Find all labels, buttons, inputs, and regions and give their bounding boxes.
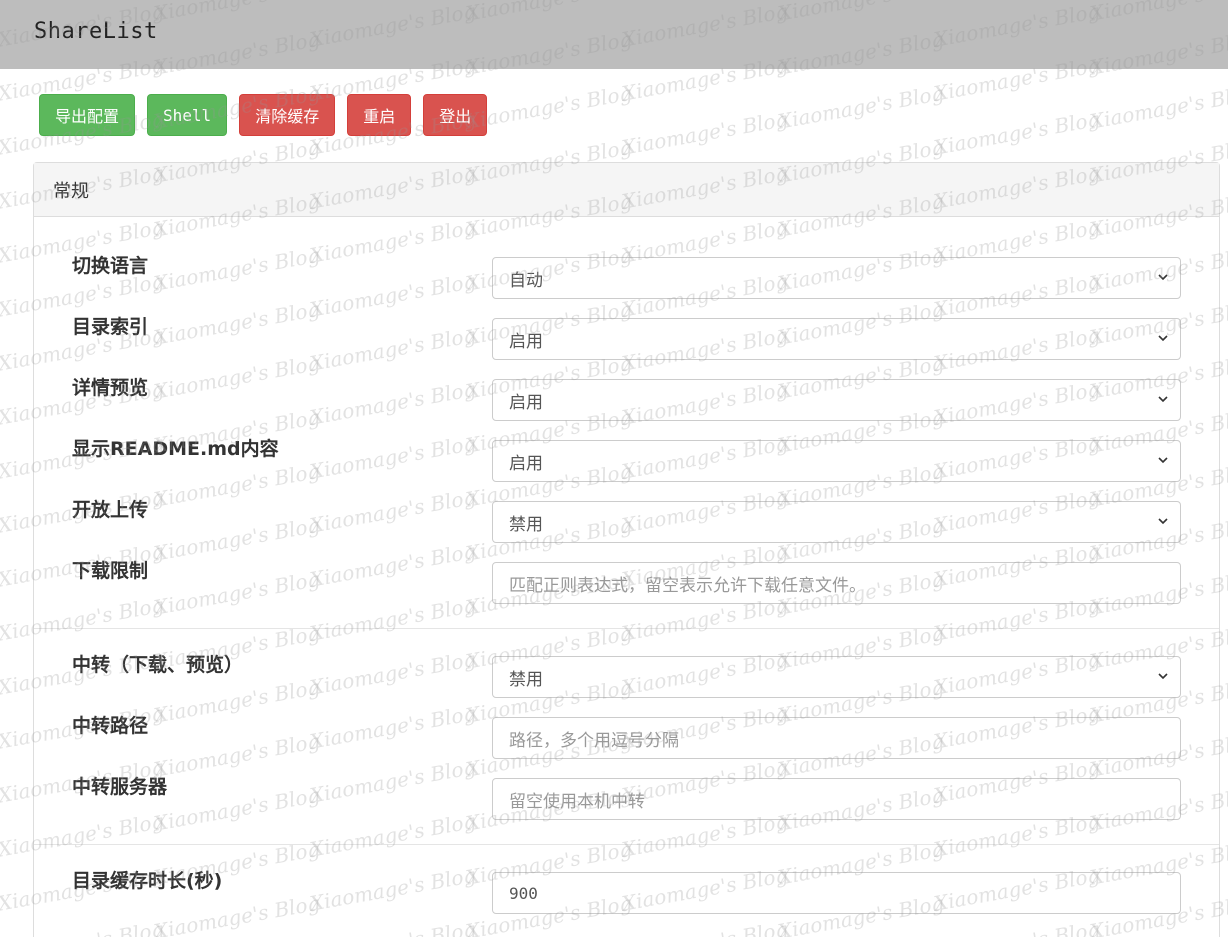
watermark-text: Xiaomage's Blog [620,106,790,160]
dir-cache-ttl-label: 目录缓存时长(秒) [72,870,223,892]
watermark-text: Xiaomage's Blog [464,80,634,134]
panel-title: 常规 [34,163,1219,217]
proxy-select[interactable]: 禁用 [492,656,1181,698]
show-readme-value: 启用 [509,453,543,474]
proxy-value: 禁用 [509,669,543,690]
detail-preview-value: 启用 [509,392,543,413]
open-upload-select[interactable]: 禁用 [492,501,1181,543]
show-readme-label: 显示README.md内容 [72,438,279,460]
proxy-server-row: 中转服务器 留空使用本机中转 [72,776,1181,820]
general-settings-panel: 常规 切换语言 自动 目录索引 启用 详情预览 启用 显示README.md内容… [33,162,1220,937]
watermark-text: Xiaomage's Blog [1088,80,1228,134]
watermark-text: Xiaomage's Blog [932,106,1102,160]
dir-index-select[interactable]: 启用 [492,318,1181,360]
restart-button[interactable]: 重启 [347,94,412,136]
download-limit-row: 下载限制 匹配正则表达式，留空表示允许下载任意文件。 [72,560,1181,604]
proxy-server-input[interactable]: 留空使用本机中转 [492,778,1181,820]
dir-index-label: 目录索引 [72,316,149,338]
chevron-down-icon [1158,396,1168,403]
download-limit-input[interactable]: 匹配正则表达式，留空表示允许下载任意文件。 [492,562,1181,604]
detail-preview-row: 详情预览 启用 [72,377,1181,421]
detail-preview-select[interactable]: 启用 [492,379,1181,421]
open-upload-value: 禁用 [509,514,543,535]
dir-cache-ttl-input[interactable]: 900 [492,872,1181,914]
download-limit-label: 下载限制 [72,560,149,582]
language-select[interactable]: 自动 [492,257,1181,299]
detail-preview-label: 详情预览 [72,377,149,399]
clear-cache-button[interactable]: 清除缓存 [239,94,336,136]
chevron-down-icon [1158,457,1168,464]
watermark-text: Xiaomage's Blog [776,80,946,134]
show-readme-select[interactable]: 启用 [492,440,1181,482]
proxy-paths-input[interactable]: 路径，多个用逗号分隔 [492,717,1181,759]
language-value: 自动 [509,270,543,291]
language-label: 切换语言 [72,255,149,277]
open-upload-row: 开放上传 禁用 [72,499,1181,543]
dir-index-value: 启用 [509,331,543,352]
logout-button[interactable]: 登出 [423,94,488,136]
action-toolbar: 导出配置 Shell 清除缓存 重启 登出 [39,94,488,136]
proxy-paths-row: 中转路径 路径，多个用逗号分隔 [72,715,1181,759]
proxy-label: 中转（下载、预览） [72,654,244,676]
export-config-button[interactable]: 导出配置 [39,94,136,136]
proxy-row: 中转（下载、预览） 禁用 [72,654,1181,698]
app-title[interactable]: ShareList [34,19,158,44]
chevron-down-icon [1158,335,1168,342]
proxy-paths-label: 中转路径 [72,715,149,737]
chevron-down-icon [1158,274,1168,281]
language-row: 切换语言 自动 [72,255,1181,299]
chevron-down-icon [1158,518,1168,525]
section-divider [34,844,1219,845]
proxy-server-label: 中转服务器 [72,776,168,798]
show-readme-row: 显示README.md内容 启用 [72,438,1181,482]
top-navbar: ShareList [0,0,1228,69]
chevron-down-icon [1158,673,1168,680]
dir-index-row: 目录索引 启用 [72,316,1181,360]
open-upload-label: 开放上传 [72,499,149,521]
shell-button[interactable]: Shell [147,94,228,136]
section-divider [34,628,1219,629]
dir-cache-ttl-row: 目录缓存时长(秒) 900 [72,870,1181,914]
